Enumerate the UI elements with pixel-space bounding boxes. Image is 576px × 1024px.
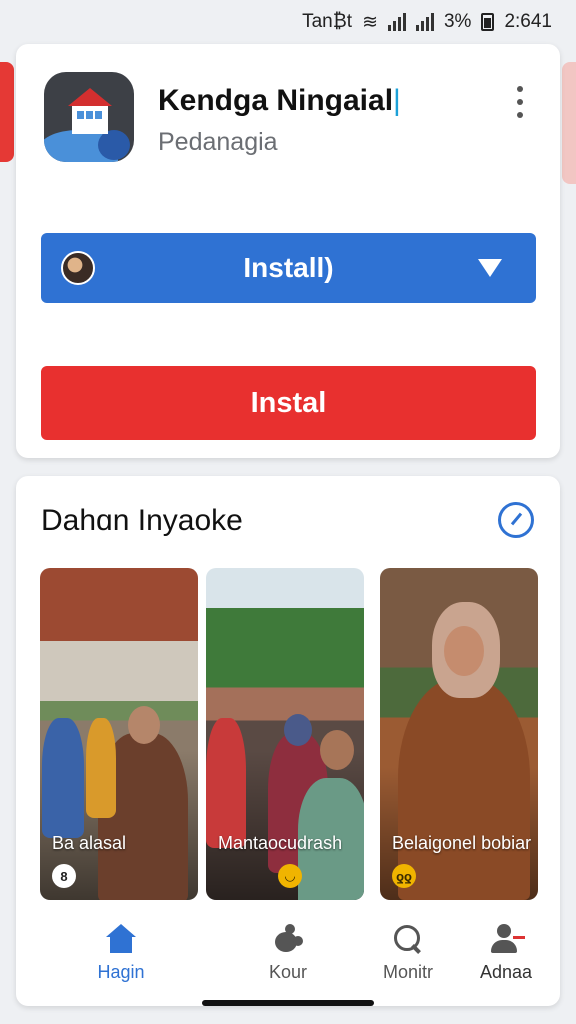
install-label: Instal [250, 386, 327, 419]
photo-card-1[interactable]: Ba alasal 8 [40, 568, 198, 900]
side-tab-left [0, 62, 14, 162]
bottom-navigation: Hagin Kour Monitr Adnaa [16, 920, 560, 990]
photo-caption: Ba alasal [52, 833, 127, 853]
nav-item-adnaa[interactable]: Adnaa [456, 924, 556, 988]
home-indicator[interactable] [202, 1000, 374, 1006]
more-options-icon[interactable] [510, 86, 530, 118]
photo-gallery: Ba alasal 8 Mantaocudrash ◡ Belaigonel b… [40, 568, 538, 900]
install-button[interactable]: Instal [41, 366, 536, 440]
app-icon-house [72, 106, 108, 134]
status-bar: Tan₿t ≋ 3% 2:641 [0, 0, 576, 44]
section-title: Dahɑn Inyaoke [41, 504, 243, 537]
battery-icon [481, 13, 495, 31]
nav-item-monitr[interactable]: Monitr [358, 924, 458, 988]
side-tab-right [562, 62, 576, 184]
nav-label: Kour [268, 962, 308, 982]
app-subtitle: Pedanagia [158, 128, 278, 156]
app-icon-roof [68, 88, 112, 106]
install-account-label: Install) [243, 252, 334, 283]
signal-icon-secondary [415, 13, 434, 31]
battery-percent: 3% [443, 11, 472, 32]
app-header-card: Kendga Ningaial| Pedanagia Install) Inst… [16, 44, 560, 458]
check-circle-icon[interactable] [498, 502, 534, 538]
chevron-down-icon[interactable] [478, 259, 502, 277]
install-account-button[interactable]: Install) [41, 233, 536, 303]
photo-card-3[interactable]: Belaigonel bobiar ƍƍ [380, 568, 538, 900]
photo-badge: 8 [52, 864, 76, 888]
nav-item-home[interactable]: Hagin [71, 924, 171, 988]
nav-label: Hagin [97, 962, 145, 982]
app-title: Kendga Ningaial| [158, 84, 401, 118]
gallery-card: Dahɑn Inyaoke Ba alasal 8 Mantaocudrash … [16, 476, 560, 1006]
app-icon-wave-accent [98, 130, 130, 160]
photo-caption: Belaigonel bobiar [392, 833, 532, 853]
nav-label: Adnaa [479, 962, 533, 982]
carrier-label: Tan₿t [302, 11, 353, 32]
photo-card-2[interactable]: Mantaocudrash ◡ [206, 568, 364, 900]
home-icon [106, 924, 136, 954]
photo-caption: Mantaocudrash [218, 833, 343, 853]
clock: 2:641 [504, 11, 552, 32]
signal-icon [387, 13, 406, 31]
person-icon [491, 924, 525, 954]
avatar [61, 251, 95, 285]
app-title-text: Kendga Ningaial [158, 84, 394, 117]
search-icon [393, 924, 423, 954]
nav-item-kour[interactable]: Kour [238, 924, 338, 988]
house-wave-app-icon [44, 72, 134, 162]
photo-badge: ƍƍ [392, 864, 416, 888]
nav-label: Monitr [382, 962, 433, 982]
wifi-icon: ≋ [362, 11, 378, 33]
puzzle-icon [273, 924, 303, 954]
text-cursor: | [393, 84, 401, 117]
photo-badge: ◡ [278, 864, 302, 888]
